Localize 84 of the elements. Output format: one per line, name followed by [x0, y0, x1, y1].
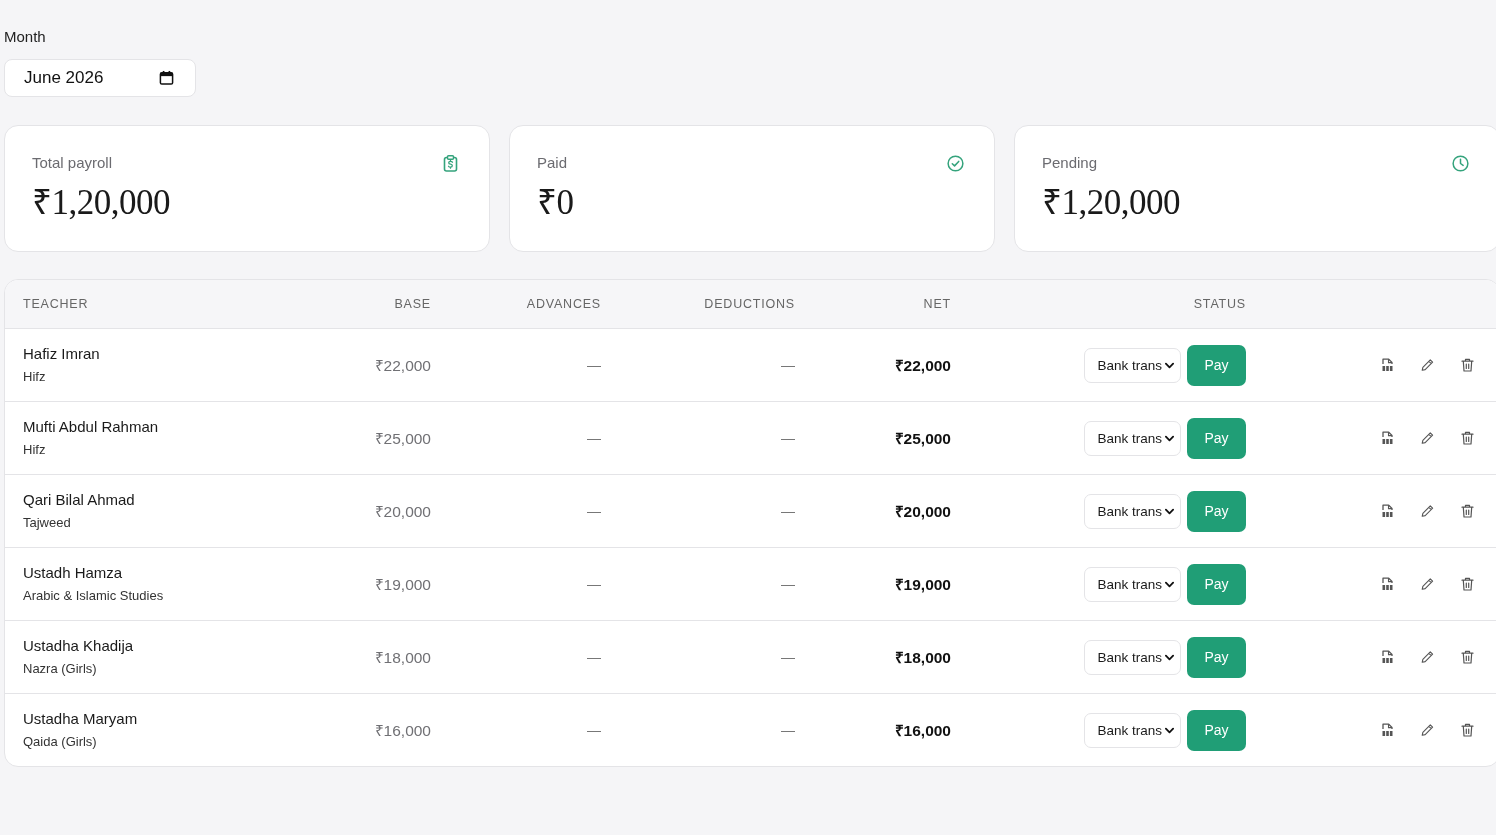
trash-icon [1460, 723, 1474, 737]
column-header: TEACHER [23, 297, 89, 311]
net-salary: ₹18,000 [894, 648, 951, 668]
file-icon [1380, 723, 1394, 737]
teacher-name: Ustadha Khadija [23, 636, 134, 656]
teacher-subject: Arabic & Islamic Studies [23, 587, 164, 605]
column-header: STATUS [1193, 297, 1246, 311]
base-salary: ₹19,000 [374, 575, 431, 595]
pencil-icon [1420, 650, 1434, 664]
clipboard-dollar-icon [442, 154, 459, 172]
chevron-down-icon [1165, 507, 1174, 515]
chevron-down-icon [1165, 653, 1174, 661]
deductions-value: — [781, 722, 795, 738]
file-icon [1380, 650, 1394, 664]
trash-icon [1460, 577, 1474, 591]
base-salary: ₹18,000 [374, 648, 431, 668]
file-icon [1380, 504, 1394, 518]
trash-icon [1460, 358, 1474, 372]
base-salary: ₹16,000 [374, 721, 431, 741]
base-salary: ₹22,000 [374, 356, 431, 376]
pencil-icon [1420, 723, 1434, 737]
base-salary: ₹25,000 [374, 429, 431, 449]
deductions-value: — [781, 649, 795, 665]
calendar-icon [159, 70, 174, 86]
stat-value: ₹0 [537, 183, 575, 223]
pencil-icon [1420, 431, 1434, 445]
payment-method-select[interactable]: Bank trans [1084, 566, 1181, 602]
teacher-subject: Tajweed [23, 514, 71, 532]
stat-value: ₹1,20,000 [32, 183, 171, 223]
stat-label: Total payroll [32, 153, 113, 173]
file-icon [1380, 431, 1394, 445]
month-field[interactable]: June 2026 [4, 59, 196, 97]
pencil-icon [1420, 358, 1434, 372]
teacher-name: Ustadha Maryam [23, 709, 138, 729]
teacher-subject: Nazra (Girls) [23, 660, 97, 678]
teacher-subject: Hifz [23, 368, 46, 386]
stat-value: ₹1,20,000 [1042, 183, 1181, 223]
advances-value: — [587, 649, 601, 665]
file-icon [1380, 358, 1394, 372]
teacher-subject: Qaida (Girls) [23, 733, 97, 751]
teacher-name: Hafiz Imran [23, 344, 100, 364]
file-icon [1380, 577, 1394, 591]
chevron-down-icon [1165, 361, 1174, 369]
teacher-name: Mufti Abdul Rahman [23, 417, 159, 437]
column-header: ADVANCES [526, 297, 601, 311]
payment-method-select[interactable]: Bank trans [1084, 493, 1181, 529]
deductions-value: — [781, 503, 795, 519]
net-salary: ₹22,000 [894, 356, 951, 376]
pencil-icon [1420, 504, 1434, 518]
trash-icon [1460, 650, 1474, 664]
payment-method-select[interactable]: Bank trans [1084, 420, 1181, 456]
deductions-value: — [781, 430, 795, 446]
advances-value: — [587, 576, 601, 592]
net-salary: ₹25,000 [894, 429, 951, 449]
check-circle-icon [947, 154, 964, 172]
payment-method-select[interactable]: Bank trans [1084, 347, 1181, 383]
teacher-subject: Hifz [23, 441, 46, 459]
chevron-down-icon [1165, 434, 1174, 442]
stat-label: Pending [1042, 153, 1098, 173]
trash-icon [1460, 431, 1474, 445]
advances-value: — [587, 722, 601, 738]
column-header: DEDUCTIONS [704, 297, 795, 311]
column-header: BASE [394, 297, 431, 311]
stat-label: Paid [537, 153, 568, 173]
payment-method-select[interactable]: Bank trans [1084, 712, 1181, 748]
advances-value: — [587, 430, 601, 446]
deductions-value: — [781, 357, 795, 373]
net-salary: ₹16,000 [894, 721, 951, 741]
net-salary: ₹20,000 [894, 502, 951, 522]
chevron-down-icon [1165, 726, 1174, 734]
trash-icon [1460, 504, 1474, 518]
advances-value: — [587, 503, 601, 519]
pencil-icon [1420, 577, 1434, 591]
deductions-value: — [781, 576, 795, 592]
clock-icon [1452, 154, 1469, 172]
payment-method-select[interactable]: Bank trans [1084, 639, 1181, 675]
chevron-down-icon [1165, 580, 1174, 588]
advances-value: — [587, 357, 601, 373]
teacher-name: Qari Bilal Ahmad [23, 490, 135, 510]
net-salary: ₹19,000 [894, 575, 951, 595]
base-salary: ₹20,000 [374, 502, 431, 522]
month-label: Month [4, 27, 46, 47]
column-header: NET [923, 297, 951, 311]
teacher-name: Ustadh Hamza [23, 563, 123, 583]
